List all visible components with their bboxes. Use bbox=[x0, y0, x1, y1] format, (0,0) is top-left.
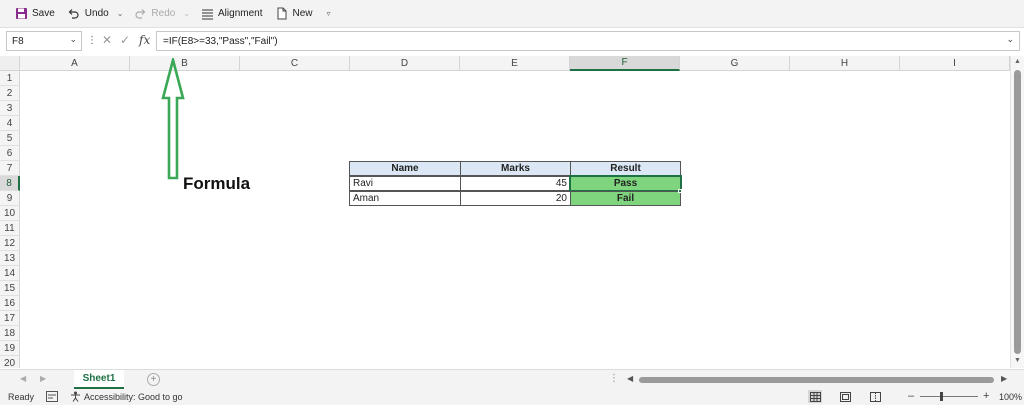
row-header-16[interactable]: 16 bbox=[0, 296, 20, 311]
vertical-scrollbar[interactable]: ▲ ▼ bbox=[1010, 56, 1024, 368]
header-cell-result[interactable]: Result bbox=[570, 161, 681, 176]
column-header-i[interactable]: I bbox=[900, 56, 1010, 71]
sheet-tabs-bar: ◀ ▶ Sheet1 + ⋮ ◀ ▶ bbox=[0, 369, 1024, 389]
page-layout-view-icon[interactable] bbox=[838, 390, 852, 403]
row-header-9[interactable]: 9 bbox=[0, 191, 20, 206]
enter-check-icon[interactable]: ✓ bbox=[120, 33, 130, 47]
add-sheet-icon[interactable]: + bbox=[147, 373, 160, 386]
row-header-17[interactable]: 17 bbox=[0, 311, 20, 326]
more-sheets-icon[interactable]: ⋮ bbox=[609, 373, 619, 384]
undo-icon bbox=[67, 7, 81, 21]
cell-marks-aman[interactable]: 20 bbox=[460, 191, 571, 206]
formula-text: =IF(E8>=33,"Pass","Fail") bbox=[163, 35, 278, 47]
header-cell-name[interactable]: Name bbox=[349, 161, 461, 176]
zoom-slider-track[interactable] bbox=[920, 396, 978, 397]
scroll-up-icon[interactable]: ▲ bbox=[1014, 58, 1021, 65]
status-ready: Ready bbox=[8, 392, 35, 402]
row-header-18[interactable]: 18 bbox=[0, 326, 20, 341]
scroll-left-icon[interactable]: ◀ bbox=[627, 374, 633, 383]
row-header-19[interactable]: 19 bbox=[0, 341, 20, 356]
row-header-4[interactable]: 4 bbox=[0, 116, 20, 131]
cell-name-ravi[interactable]: Ravi bbox=[349, 176, 461, 191]
row-header-2[interactable]: 2 bbox=[0, 86, 20, 101]
sheet-tab-active[interactable]: Sheet1 bbox=[74, 370, 124, 389]
alignment-label: Alignment bbox=[218, 8, 263, 19]
more-options-icon[interactable]: ⋮ bbox=[87, 35, 97, 46]
row-header-20[interactable]: 20 bbox=[0, 356, 20, 368]
column-header-h[interactable]: H bbox=[790, 56, 900, 71]
scroll-right-icon[interactable]: ▶ bbox=[1001, 374, 1007, 383]
zoom-out-icon[interactable]: – bbox=[908, 390, 914, 402]
row-header-13[interactable]: 13 bbox=[0, 251, 20, 266]
chevron-down-icon[interactable]: ⌄ bbox=[69, 34, 77, 45]
cell-mode-icon[interactable] bbox=[46, 391, 58, 402]
normal-view-icon[interactable] bbox=[808, 390, 822, 403]
row-header-14[interactable]: 14 bbox=[0, 266, 20, 281]
status-bar: Ready Accessibility: Good to go – + 100% bbox=[0, 389, 1024, 405]
align-lines-icon bbox=[200, 7, 214, 21]
vertical-scroll-thumb[interactable] bbox=[1014, 70, 1021, 354]
horizontal-scroll-thumb[interactable] bbox=[639, 377, 994, 383]
redo-icon bbox=[133, 7, 147, 21]
cell-result-ravi[interactable]: Pass bbox=[569, 175, 682, 192]
undo-label: Undo bbox=[84, 8, 109, 19]
cell-marks-ravi[interactable]: 45 bbox=[460, 176, 571, 191]
row-header-1[interactable]: 1 bbox=[0, 71, 20, 86]
new-label: New bbox=[292, 8, 313, 19]
cell-result-aman[interactable]: Fail bbox=[570, 191, 681, 206]
new-button[interactable]: New bbox=[270, 3, 316, 25]
alignment-button[interactable]: Alignment bbox=[196, 3, 266, 25]
column-header-d[interactable]: D bbox=[350, 56, 460, 71]
formula-annotation-label: Formula bbox=[183, 174, 251, 193]
redo-label: Redo bbox=[151, 8, 176, 19]
row-header-6[interactable]: 6 bbox=[0, 146, 20, 161]
column-header-g[interactable]: G bbox=[680, 56, 790, 71]
row-header-11[interactable]: 11 bbox=[0, 221, 20, 236]
formula-bar: F8 ⌄ ⋮ ✕ ✓ fx =IF(E8>=33,"Pass","Fail") … bbox=[0, 31, 1024, 53]
cancel-icon[interactable]: ✕ bbox=[102, 33, 112, 47]
up-arrow-annotation bbox=[161, 58, 185, 180]
page-break-view-icon[interactable] bbox=[868, 390, 882, 403]
undo-dropdown-icon[interactable]: ⌄ bbox=[117, 9, 124, 18]
expand-formula-bar-icon[interactable]: ⌄ bbox=[1006, 34, 1014, 45]
select-all-corner[interactable] bbox=[0, 56, 20, 71]
scroll-down-icon[interactable]: ▼ bbox=[1014, 357, 1021, 364]
column-header-a[interactable]: A bbox=[20, 56, 130, 71]
header-cell-marks[interactable]: Marks bbox=[460, 161, 571, 176]
zoom-in-icon[interactable]: + bbox=[983, 390, 989, 402]
row-header-12[interactable]: 12 bbox=[0, 236, 20, 251]
accessibility-icon[interactable] bbox=[70, 391, 81, 402]
horizontal-scrollbar[interactable]: ◀ ▶ bbox=[625, 374, 1010, 385]
row-header-7[interactable]: 7 bbox=[0, 161, 20, 176]
next-sheet-icon[interactable]: ▶ bbox=[40, 374, 46, 383]
row-header-3[interactable]: 3 bbox=[0, 101, 20, 116]
quick-access-toolbar: Save Undo ⌄ Redo ⌄ Alignment New ▿ bbox=[0, 0, 1024, 28]
row-header-5[interactable]: 5 bbox=[0, 131, 20, 146]
undo-button[interactable]: Undo bbox=[63, 3, 113, 25]
zoom-slider-thumb[interactable] bbox=[940, 392, 943, 401]
insert-function-icon[interactable]: fx bbox=[139, 33, 150, 47]
worksheet-grid[interactable]: ABCDEFGHI 1 2 3 4 5 6 7 8 9 10 11 12 13 14 15 16 17 18 19 2… bbox=[0, 56, 1010, 368]
redo-dropdown-icon[interactable]: ⌄ bbox=[183, 9, 190, 18]
row-header-8[interactable]: 8 bbox=[0, 176, 20, 191]
save-label: Save bbox=[32, 8, 55, 19]
column-header-c[interactable]: C bbox=[240, 56, 350, 71]
new-document-icon bbox=[274, 7, 288, 21]
save-icon bbox=[14, 7, 28, 21]
zoom-level[interactable]: 100% bbox=[999, 392, 1022, 402]
row-header-15[interactable]: 15 bbox=[0, 281, 20, 296]
customize-toolbar-icon[interactable]: ▿ bbox=[327, 9, 331, 18]
row-header-10[interactable]: 10 bbox=[0, 206, 20, 221]
formula-input[interactable]: =IF(E8>=33,"Pass","Fail") ⌄ bbox=[156, 31, 1020, 51]
accessibility-status[interactable]: Accessibility: Good to go bbox=[84, 392, 183, 402]
column-header-f[interactable]: F bbox=[570, 56, 680, 71]
name-box-value: F8 bbox=[12, 35, 24, 47]
cell-name-aman[interactable]: Aman bbox=[349, 191, 461, 206]
column-header-e[interactable]: E bbox=[460, 56, 570, 71]
redo-button[interactable]: Redo bbox=[129, 3, 179, 25]
save-button[interactable]: Save bbox=[10, 3, 59, 25]
name-box[interactable]: F8 ⌄ bbox=[6, 31, 82, 51]
previous-sheet-icon[interactable]: ◀ bbox=[20, 374, 26, 383]
fill-handle[interactable] bbox=[678, 189, 682, 193]
